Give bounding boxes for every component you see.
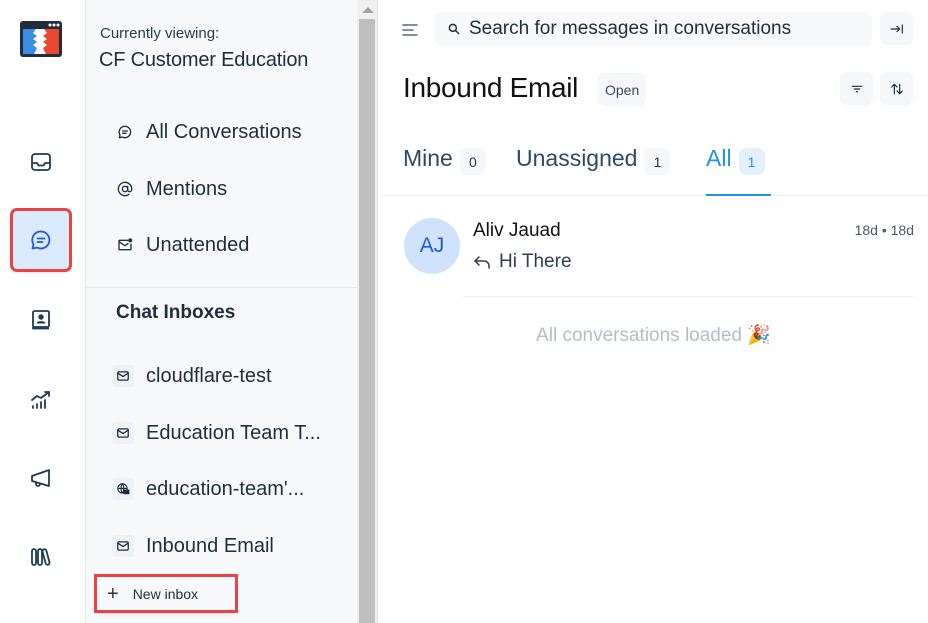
preview-text: Hi There (499, 251, 572, 272)
scroll-up-arrow-icon[interactable] (357, 0, 378, 20)
rail-reports[interactable] (14, 373, 68, 427)
message-preview: Hi There (473, 251, 572, 273)
assignee-tabs: Mine 0 Unassigned 1 All 1 (379, 140, 928, 196)
new-inbox-label: New inbox (132, 585, 199, 602)
currently-viewing-label: Currently viewing: (100, 25, 220, 42)
tab-count: 0 (459, 148, 486, 175)
mail-icon (112, 365, 134, 387)
sidebar-item-unattended[interactable]: Unattended (116, 231, 249, 259)
rail-library[interactable] (14, 530, 68, 584)
sidebar-item-all-conversations[interactable]: All Conversations (116, 118, 302, 146)
tab-mine[interactable]: Mine 0 (403, 140, 486, 196)
globe-icon (112, 478, 134, 500)
sidebar-item-label: Mentions (146, 177, 228, 200)
inbox-item-education-team-website[interactable]: education-team'... (112, 475, 304, 503)
sort-icon (890, 83, 903, 94)
sidebar-divider (86, 287, 357, 288)
filter-icon (851, 85, 862, 92)
conversation-timestamp: 18d • 18d (854, 222, 914, 238)
library-icon (31, 548, 51, 566)
row-divider (463, 296, 914, 297)
menu-icon (402, 24, 418, 36)
sidebar-item-mentions[interactable]: Mentions (116, 175, 227, 203)
search-input[interactable] (469, 18, 849, 40)
sidebar-item-label: All Conversations (146, 120, 302, 143)
inbox-item-label: Education Team T... (146, 421, 321, 444)
conversation-item[interactable]: AJ Aliv Jauad 18d • 18d Hi There (379, 205, 928, 297)
mail-icon (112, 535, 134, 557)
inbox-item-label: cloudflare-test (146, 364, 272, 387)
tab-count: 1 (644, 148, 671, 175)
tab-label: All (706, 145, 732, 171)
inbox-item-label: education-team'... (146, 477, 305, 500)
inbox-item-education-team[interactable]: Education Team T... (112, 419, 321, 447)
left-rail (0, 0, 86, 623)
megaphone-icon (31, 469, 50, 487)
search-icon (448, 23, 460, 35)
mail-unread-icon (116, 236, 134, 254)
reports-icon (31, 391, 50, 409)
toggle-sidebar-button[interactable] (401, 22, 419, 38)
sidebar-item-label: Unattended (146, 233, 250, 256)
new-inbox-button[interactable]: + New inbox (94, 574, 238, 613)
tab-count: 1 (738, 148, 765, 175)
filter-button[interactable] (840, 72, 873, 105)
contacts-icon (32, 310, 50, 330)
sort-button[interactable] (880, 72, 913, 105)
sidebar: Currently viewing: CF Customer Education… (86, 0, 357, 623)
collapse-panel-button[interactable] (880, 12, 913, 45)
rail-contacts[interactable] (14, 293, 68, 347)
rail-campaigns[interactable] (14, 451, 68, 505)
app-logo[interactable] (19, 20, 63, 58)
conversation-list-panel: Inbound Email Open Mine 0 Unassigned 1 A… (379, 0, 928, 623)
scrollbar-thumb[interactable] (359, 19, 375, 623)
reply-icon (474, 256, 490, 269)
account-name[interactable]: CF Customer Education (99, 49, 308, 72)
rail-conversations[interactable] (10, 208, 72, 272)
rail-inbox[interactable] (14, 135, 68, 189)
tab-label: Mine (403, 145, 453, 171)
status-badge[interactable]: Open (598, 73, 647, 106)
tab-all[interactable]: All 1 (706, 140, 771, 196)
search-bar[interactable] (434, 12, 872, 46)
chat-inboxes-heading: Chat Inboxes (116, 302, 236, 323)
arrow-right-to-line-icon (889, 23, 903, 34)
inbox-icon (31, 153, 51, 171)
inbox-item-cloudflare-test[interactable]: cloudflare-test (112, 362, 272, 390)
plus-icon: + (107, 582, 119, 605)
mail-icon (112, 422, 134, 444)
tab-unassigned[interactable]: Unassigned 1 (516, 140, 671, 196)
avatar: AJ (404, 218, 460, 274)
page-title: Inbound Email (403, 72, 579, 103)
contact-name: Aliv Jauad (473, 220, 561, 241)
sidebar-scrollbar[interactable] (357, 0, 378, 623)
inbox-item-inbound-email[interactable]: Inbound Email (112, 532, 274, 560)
all-loaded-message: All conversations loaded 🎉 (536, 325, 771, 346)
conversations-icon (31, 230, 51, 250)
inbox-item-label: Inbound Email (146, 534, 274, 557)
chat-icon (116, 123, 134, 141)
tab-label: Unassigned (516, 145, 638, 171)
at-icon (116, 180, 134, 198)
